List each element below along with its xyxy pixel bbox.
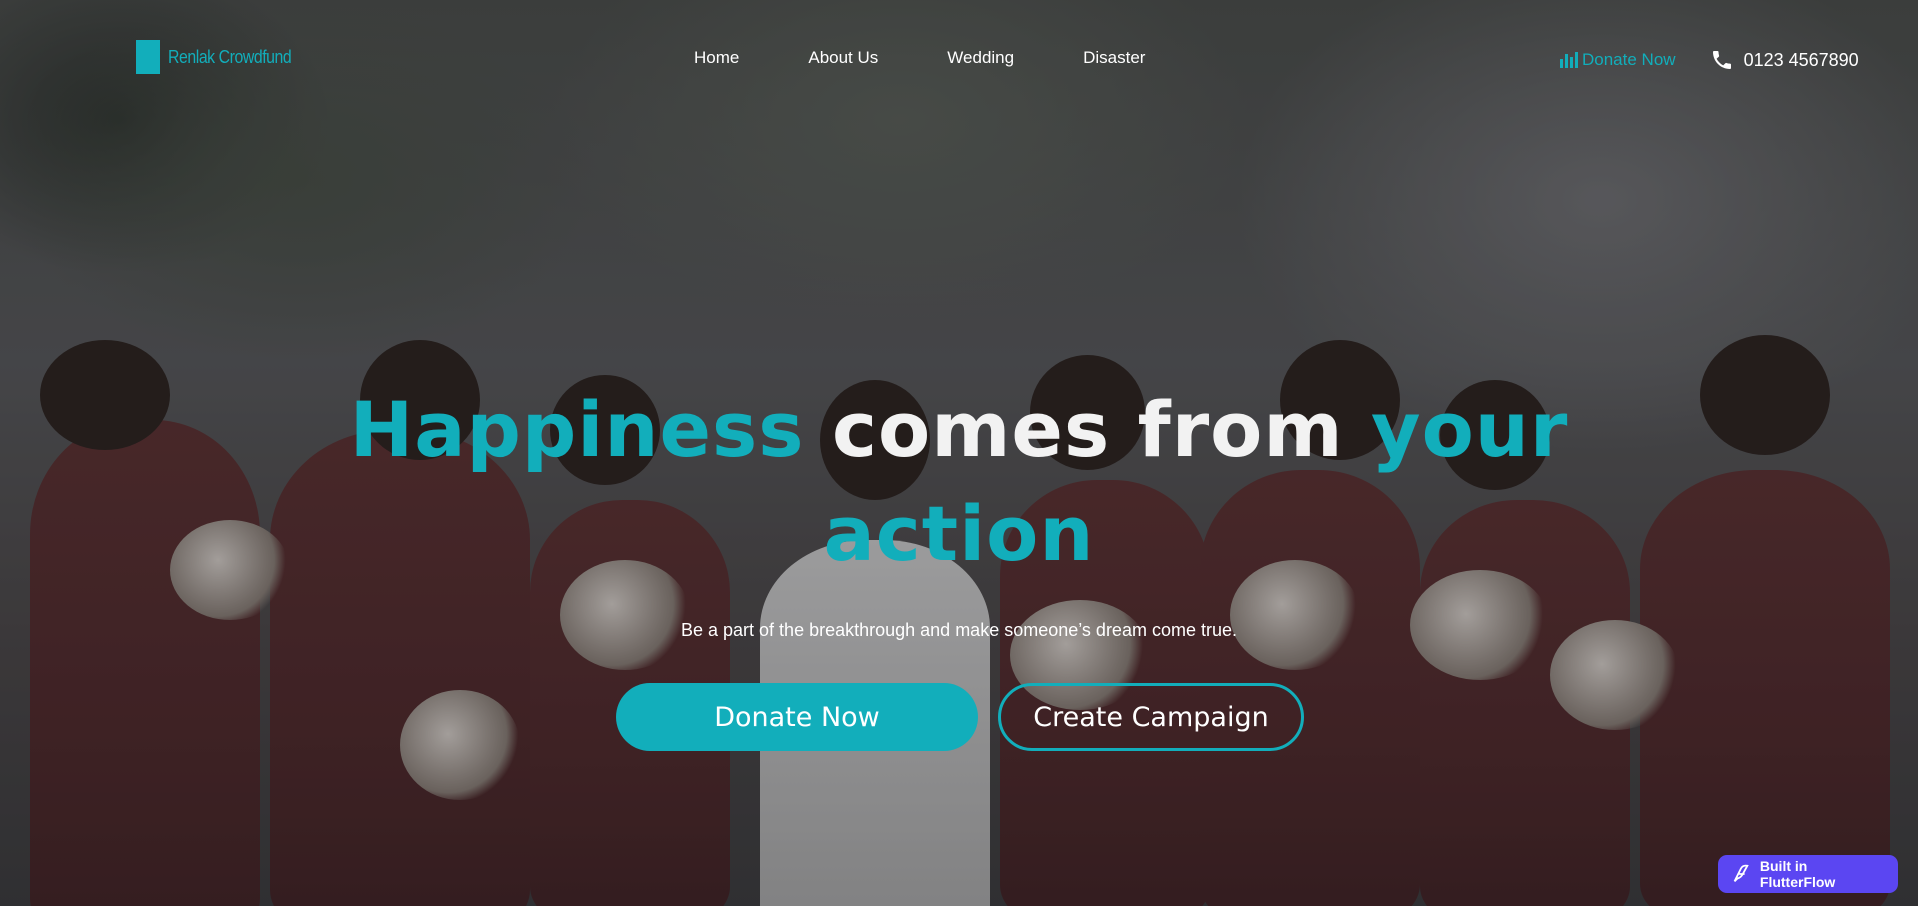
headline-middle: comes from [804, 385, 1372, 474]
badge-label: Built in FlutterFlow [1759, 858, 1836, 890]
phone-number: 0123 4567890 [1743, 49, 1859, 70]
nav-item-home[interactable]: Home [694, 48, 739, 68]
create-campaign-button[interactable]: Create Campaign [998, 683, 1304, 751]
nav-item-wedding[interactable]: Wedding [947, 48, 1014, 68]
phone-icon [1712, 51, 1731, 69]
hero-subtitle: Be a part of the breakthrough and make s… [681, 620, 1237, 640]
donate-now-button[interactable]: Donate Now [616, 683, 978, 751]
headline-action: action [823, 489, 1095, 578]
headline-your: your [1371, 385, 1569, 474]
flutterflow-badge[interactable]: Built in FlutterFlow [1718, 855, 1898, 893]
flutterflow-icon [1733, 864, 1749, 882]
phone-contact[interactable]: 0123 4567890 [1710, 48, 1859, 72]
header-actions: Donate Now 0123 4567890 [1560, 48, 1859, 72]
brand-logo[interactable]: Renlak Crowdfund [136, 40, 308, 74]
brand-name: Renlak Crowdfund [168, 46, 292, 67]
main-nav: Home About Us Wedding Disaster [694, 48, 1213, 68]
headline-happiness: Happiness [349, 385, 805, 474]
nav-item-about-us[interactable]: About Us [808, 48, 878, 68]
hero-headline: Happiness comes from your action [0, 378, 1918, 586]
logo-mark-icon [136, 40, 160, 74]
chart-bars-icon [1560, 52, 1578, 68]
header-donate-label: Donate Now [1582, 50, 1676, 69]
header-donate-link[interactable]: Donate Now [1560, 50, 1676, 70]
nav-item-disaster[interactable]: Disaster [1083, 48, 1145, 68]
